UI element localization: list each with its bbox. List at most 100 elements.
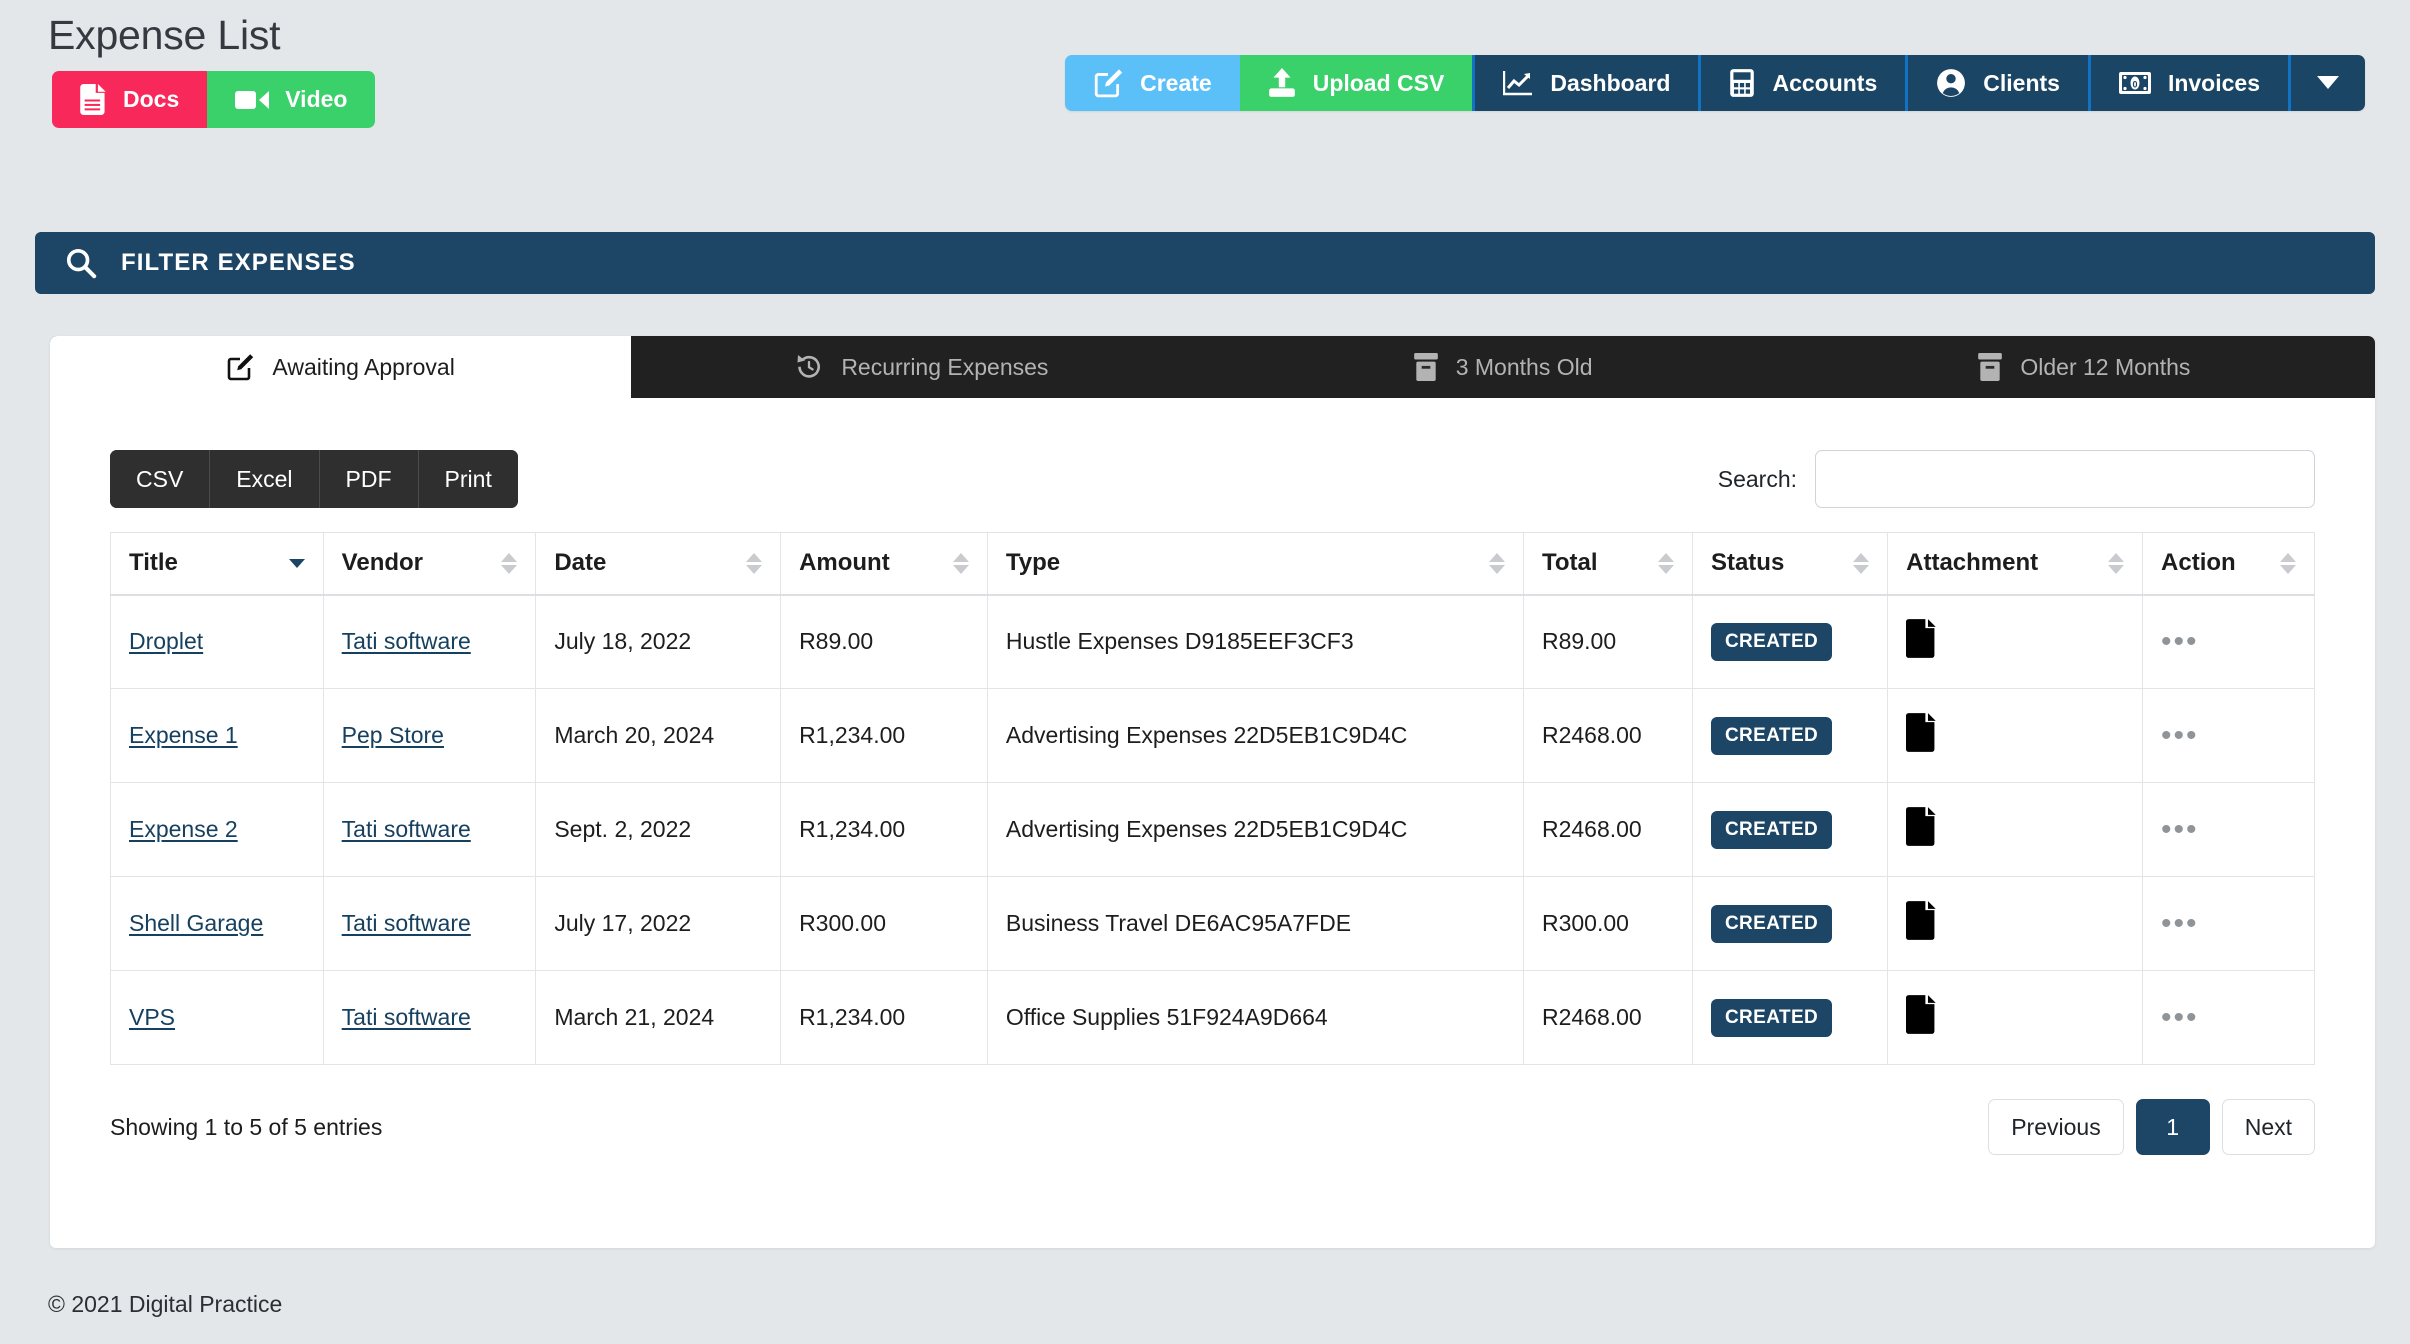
export-excel-button[interactable]: Excel: [210, 450, 320, 508]
nav-clients-label: Clients: [1983, 69, 2060, 96]
cell-title: Shell Garage: [110, 876, 324, 971]
video-button[interactable]: Video: [207, 71, 376, 128]
nav-accounts-button[interactable]: Accounts: [1698, 55, 1906, 111]
pagination-page-1[interactable]: 1: [2135, 1099, 2210, 1155]
cell-total: R89.00: [1522, 594, 1693, 689]
ellipsis-icon[interactable]: •••: [2161, 907, 2199, 940]
column-header-date-label: Date: [554, 549, 607, 577]
nav-dashboard-button[interactable]: Dashboard: [1472, 55, 1699, 111]
tab-recurring-expenses-label: Recurring Expenses: [841, 353, 1049, 380]
sort-arrows-amount: [952, 552, 969, 574]
status-badge: CREATED: [1710, 998, 1833, 1037]
vendor-link[interactable]: Tati software: [342, 1004, 471, 1030]
export-button-group: CSV Excel PDF Print: [110, 450, 518, 508]
column-header-action[interactable]: Action: [2142, 532, 2315, 596]
expense-title-link[interactable]: VPS: [129, 1004, 175, 1030]
cell-title: VPS: [110, 970, 324, 1065]
vendor-link[interactable]: Tati software: [342, 910, 471, 936]
vendor-link[interactable]: Tati software: [342, 628, 471, 654]
sort-arrows-type: [1488, 552, 1505, 574]
expense-title-link[interactable]: Droplet: [129, 628, 203, 654]
filter-expenses-label: FILTER EXPENSES: [121, 249, 356, 276]
ellipsis-icon[interactable]: •••: [2161, 625, 2199, 658]
sort-arrows-attachment: [2108, 552, 2125, 574]
cell-vendor: Tati software: [322, 782, 537, 877]
cell-total: R300.00: [1522, 876, 1693, 971]
cell-attachment: [1887, 688, 2144, 783]
copyright-footer: © 2021 Digital Practice: [48, 1291, 283, 1317]
export-pdf-button[interactable]: PDF: [319, 450, 419, 508]
nav-clients-button[interactable]: Clients: [1905, 55, 2088, 111]
expense-title-link[interactable]: Expense 2: [129, 816, 238, 842]
cell-title: Expense 2: [110, 782, 324, 877]
cell-amount: R300.00: [780, 876, 988, 971]
svg-text:0: 0: [2132, 80, 2137, 90]
cell-title: Expense 1: [110, 688, 324, 783]
tab-older-12-months[interactable]: Older 12 Months: [1794, 336, 2375, 398]
column-header-vendor-label: Vendor: [341, 549, 424, 577]
table-footer: Showing 1 to 5 of 5 entries Previous 1 N…: [110, 1099, 2315, 1155]
docs-button[interactable]: Docs: [52, 71, 208, 128]
column-header-date[interactable]: Date: [535, 532, 782, 596]
docs-button-label: Docs: [123, 86, 180, 112]
archive-icon: [1978, 353, 2003, 381]
cell-type: Business Travel DE6AC95A7FDE: [986, 876, 1524, 971]
cell-action: •••: [2142, 594, 2315, 689]
file-icon[interactable]: [1906, 619, 1937, 659]
tab-3-months-old[interactable]: 3 Months Old: [1213, 336, 1794, 398]
cell-action: •••: [2142, 876, 2315, 971]
tab-recurring-expenses[interactable]: Recurring Expenses: [631, 336, 1212, 398]
nav-dropdown-toggle[interactable]: [2288, 55, 2365, 111]
column-header-status[interactable]: Status: [1691, 532, 1889, 596]
cell-type: Office Supplies 51F924A9D664: [986, 970, 1524, 1065]
column-header-vendor[interactable]: Vendor: [322, 532, 537, 596]
table-head: Title Vendor Date Amount Type Total Stat…: [110, 532, 2315, 596]
file-icon[interactable]: [1906, 901, 1937, 940]
cell-status: CREATED: [1691, 594, 1889, 689]
filter-expenses-bar[interactable]: FILTER EXPENSES: [35, 232, 2375, 294]
cell-date: July 17, 2022: [535, 876, 782, 971]
nav-upload-csv-label: Upload CSV: [1312, 69, 1445, 96]
table-row: Expense 1 Pep Store March 20, 2024 R1,23…: [110, 688, 2315, 783]
expenses-table: Title Vendor Date Amount Type Total Stat…: [110, 532, 2315, 1065]
sort-arrows-action: [2280, 552, 2296, 574]
search-input[interactable]: [1815, 450, 2315, 508]
table-header-row: Title Vendor Date Amount Type Total Stat…: [110, 532, 2315, 596]
column-header-amount[interactable]: Amount: [780, 532, 988, 596]
column-header-amount-label: Amount: [799, 549, 890, 577]
cell-total: R2468.00: [1522, 970, 1693, 1065]
column-header-total-label: Total: [1541, 549, 1598, 577]
file-icon[interactable]: [1906, 995, 1937, 1034]
nav-create-button[interactable]: Create: [1065, 55, 1240, 111]
nav-upload-csv-button[interactable]: Upload CSV: [1239, 55, 1473, 111]
pagination-previous[interactable]: Previous: [1988, 1099, 2124, 1155]
search-area: Search:: [1718, 450, 2315, 508]
tab-awaiting-approval[interactable]: Awaiting Approval: [50, 336, 632, 398]
ellipsis-icon[interactable]: •••: [2161, 1001, 2199, 1034]
tab-older-12-months-label: Older 12 Months: [2020, 353, 2191, 380]
ellipsis-icon[interactable]: •••: [2161, 719, 2199, 752]
upload-icon: [1268, 68, 1296, 98]
print-button[interactable]: Print: [418, 450, 518, 508]
expense-title-link[interactable]: Shell Garage: [129, 910, 263, 936]
cell-amount: R1,234.00: [780, 970, 988, 1065]
column-header-title[interactable]: Title: [110, 532, 324, 596]
column-header-total[interactable]: Total: [1522, 532, 1693, 596]
cell-type: Hustle Expenses D9185EEF3CF3: [986, 594, 1524, 689]
column-header-type[interactable]: Type: [986, 532, 1524, 596]
file-icon[interactable]: [1906, 713, 1937, 752]
cell-attachment: [1887, 594, 2144, 689]
nav-invoices-button[interactable]: 0 Invoices: [2087, 55, 2288, 111]
column-header-attachment[interactable]: Attachment: [1887, 532, 2144, 596]
vendor-link[interactable]: Tati software: [342, 816, 471, 842]
pagination-next[interactable]: Next: [2221, 1099, 2315, 1155]
cell-date: March 21, 2024: [535, 970, 782, 1065]
vendor-link[interactable]: Pep Store: [342, 722, 444, 748]
entries-info: Showing 1 to 5 of 5 entries: [110, 1113, 383, 1140]
expense-title-link[interactable]: Expense 1: [129, 722, 238, 748]
export-csv-button[interactable]: CSV: [110, 450, 211, 508]
status-badge: CREATED: [1710, 716, 1833, 755]
ellipsis-icon[interactable]: •••: [2161, 813, 2199, 846]
file-icon[interactable]: [1906, 807, 1937, 846]
cell-action: •••: [2142, 970, 2315, 1065]
